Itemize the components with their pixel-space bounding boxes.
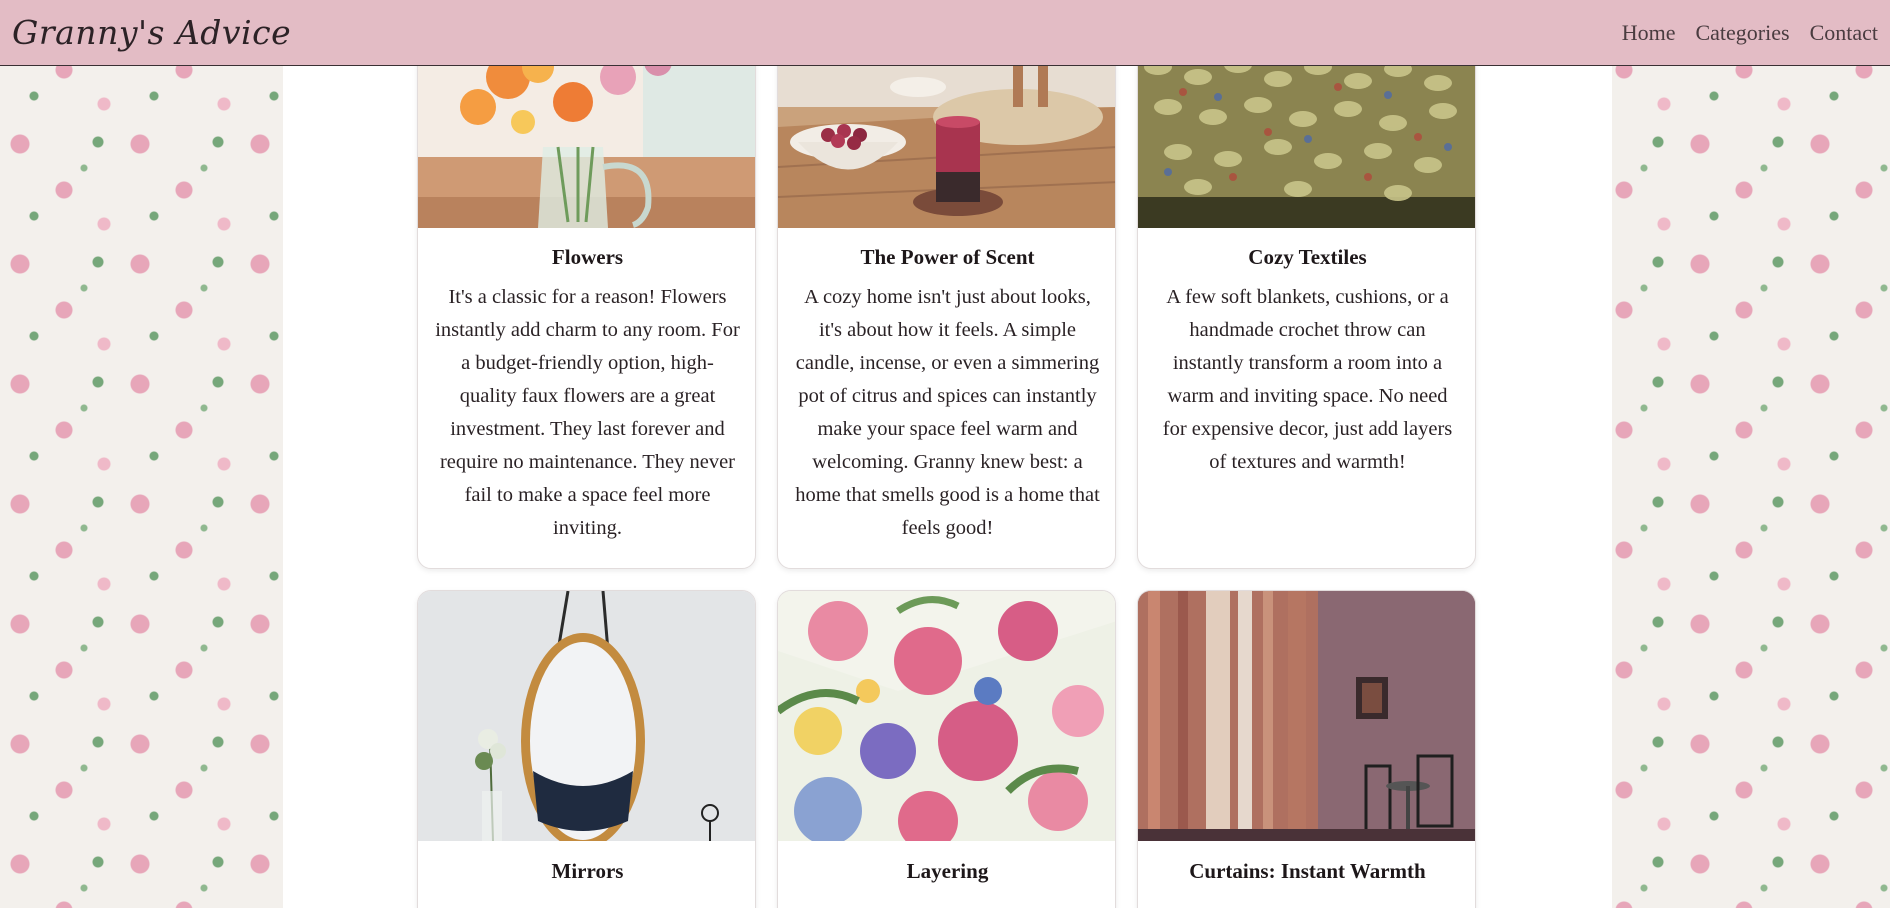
card-mirrors: Mirrors: [417, 590, 756, 908]
card-description: A few soft blankets, cushions, or a hand…: [1162, 286, 1453, 473]
card-title: Cozy Textiles: [1248, 245, 1367, 269]
card-layering: Layering: [777, 590, 1116, 908]
content-column: Flowers It's a classic for a reason! Flo…: [283, 46, 1612, 908]
card-title: Layering: [906, 859, 989, 883]
card-curtains: Curtains: Instant Warmth: [1137, 590, 1476, 908]
card-cozy-textiles: Cozy Textiles A few soft blankets, cushi…: [1137, 46, 1476, 569]
card-title: Flowers: [551, 245, 624, 269]
card-description: A cozy home isn't just about looks, it's…: [795, 286, 1100, 539]
nav-categories-link[interactable]: Categories: [1695, 20, 1789, 46]
flowers-in-vase-image: [418, 47, 755, 228]
site-logo[interactable]: Granny's Advice: [12, 13, 291, 52]
nav-contact-link[interactable]: Contact: [1810, 20, 1878, 46]
card-title: Mirrors: [551, 859, 624, 883]
floral-fabric-image: [778, 591, 1115, 841]
site-header: Granny's Advice Home Categories Contact: [0, 0, 1890, 66]
main-nav: Home Categories Contact: [1622, 20, 1878, 46]
card-title: Curtains: Instant Warmth: [1189, 859, 1426, 883]
nav-home-link[interactable]: Home: [1622, 20, 1676, 46]
knitted-blanket-image: [1138, 47, 1475, 228]
card-description: It's a classic for a reason! Flowers ins…: [435, 286, 740, 539]
candle-on-table-image: [778, 47, 1115, 228]
card-flowers: Flowers It's a classic for a reason! Flo…: [417, 46, 756, 569]
oval-mirror-image: [418, 591, 755, 841]
card-power-of-scent: The Power of Scent A cozy home isn't jus…: [777, 46, 1116, 569]
sheer-curtains-image: [1138, 591, 1475, 841]
card-title: The Power of Scent: [860, 245, 1035, 269]
